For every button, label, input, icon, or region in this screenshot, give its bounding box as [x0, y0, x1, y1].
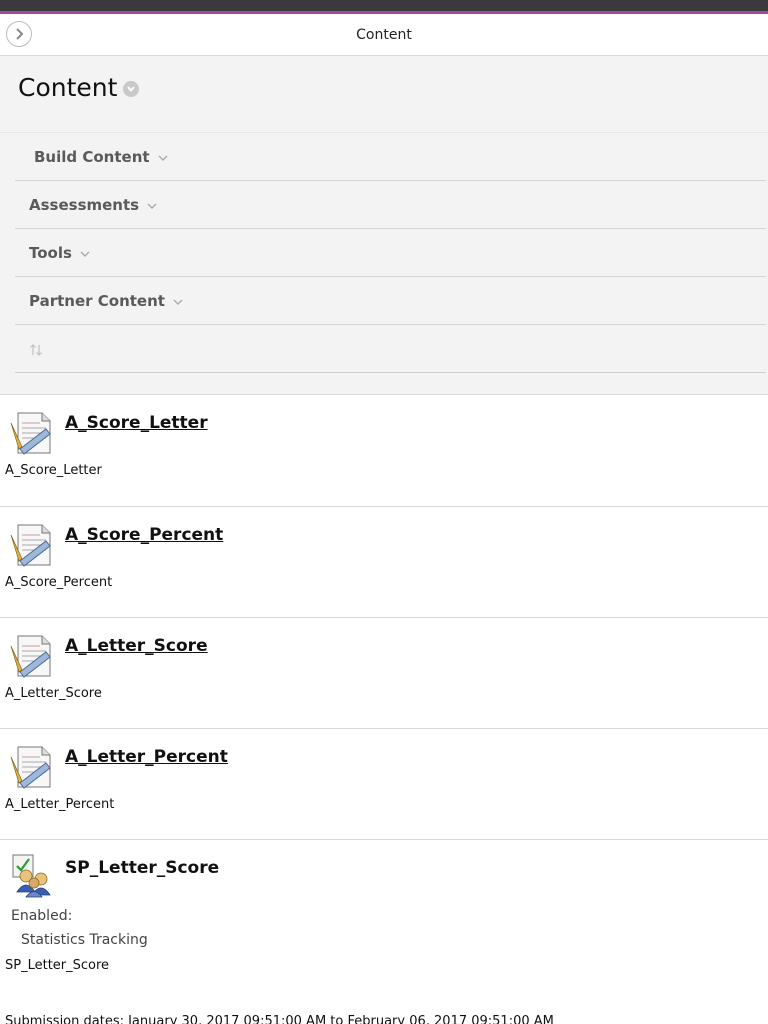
submission-dates: Submission dates: January 30, 2017 09:51…	[5, 1014, 554, 1024]
assessments-label: Assessments	[29, 195, 140, 214]
content-item: SP_Letter_Score Enabled: Statistics Trac…	[0, 840, 768, 1024]
tools-menu[interactable]: Tools	[15, 229, 766, 277]
reorder-arrows-icon[interactable]	[29, 343, 43, 357]
assessments-menu[interactable]: Assessments	[15, 181, 766, 229]
page-title: Content	[18, 73, 118, 102]
item-description: SP_Letter_Score	[5, 958, 110, 973]
chevron-down-icon	[158, 155, 168, 161]
chevron-down-icon	[127, 86, 135, 92]
chevron-down-icon	[173, 299, 183, 305]
action-menu: Build Content Assessments Tools Partner …	[0, 133, 768, 395]
page-title-options-button[interactable]	[123, 81, 139, 97]
expand-menu-button[interactable]	[6, 21, 32, 47]
enabled-label: Enabled:	[11, 908, 73, 924]
build-content-label: Build Content	[34, 147, 150, 166]
self-peer-assessment-icon	[12, 854, 51, 898]
chevron-down-icon	[80, 251, 90, 257]
assignment-icon	[10, 524, 51, 567]
content-item: A_Score_Letter A_Score_Letter	[0, 395, 768, 507]
nav-title: Content	[356, 27, 412, 43]
content-item: A_Score_Percent A_Score_Percent	[0, 507, 768, 618]
build-content-menu[interactable]: Build Content	[15, 133, 766, 181]
chevron-down-icon	[147, 203, 157, 209]
item-title[interactable]: SP_Letter_Score	[65, 858, 219, 878]
partner-content-menu[interactable]: Partner Content	[15, 277, 766, 325]
enabled-value: Statistics Tracking	[21, 932, 148, 948]
item-title-link[interactable]: A_Letter_Score	[65, 636, 208, 656]
item-description: A_Score_Letter	[5, 463, 102, 478]
page-header: Content	[0, 56, 768, 133]
item-title-link[interactable]: A_Letter_Percent	[65, 747, 228, 767]
assignment-icon	[10, 746, 51, 789]
item-description: A_Score_Percent	[5, 575, 113, 590]
item-title-link[interactable]: A_Score_Percent	[65, 525, 223, 545]
assignment-icon	[10, 412, 51, 455]
content-item: A_Letter_Score A_Letter_Score	[0, 618, 768, 729]
chevron-right-icon	[16, 28, 24, 40]
partner-content-label: Partner Content	[29, 291, 165, 310]
tools-label: Tools	[29, 243, 72, 262]
item-title-link[interactable]: A_Score_Letter	[65, 413, 208, 433]
reorder-row	[15, 325, 766, 373]
content-item: A_Letter_Percent A_Letter_Percent	[0, 729, 768, 840]
item-description: A_Letter_Percent	[5, 797, 115, 812]
assignment-icon	[10, 635, 51, 678]
navigation-header: Content	[0, 14, 768, 56]
item-description: A_Letter_Score	[5, 686, 102, 701]
